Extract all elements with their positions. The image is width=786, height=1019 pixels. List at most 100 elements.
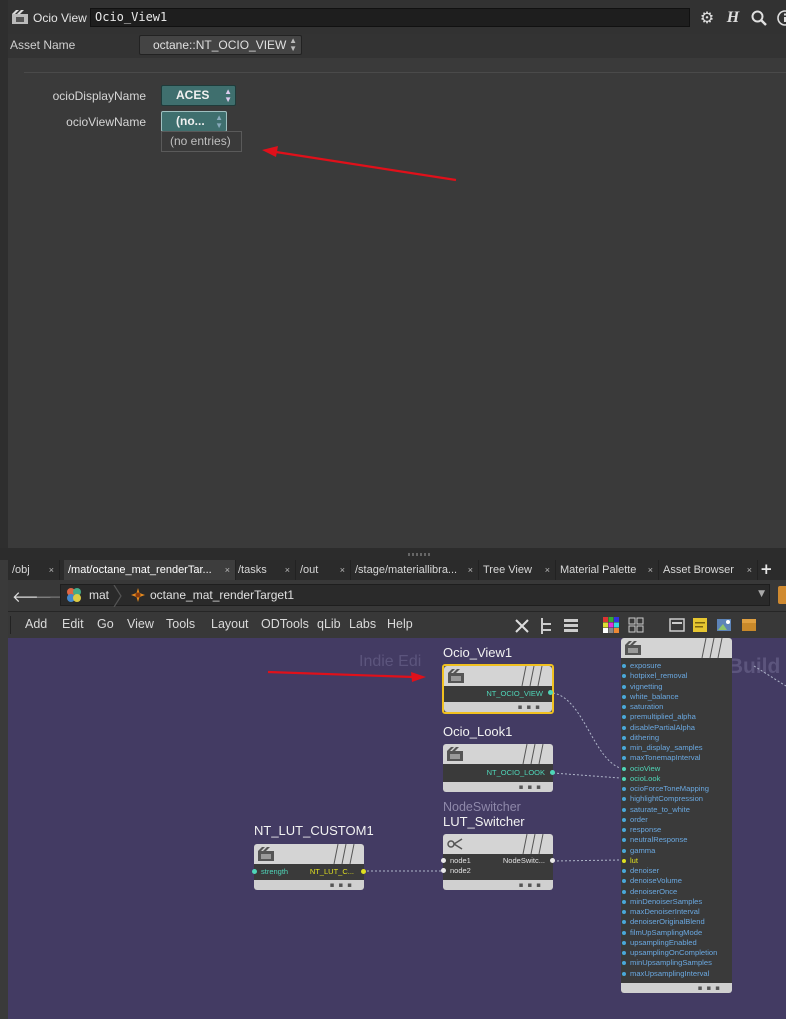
input-port[interactable] <box>252 869 257 874</box>
menu-go[interactable]: Go <box>97 617 114 631</box>
network-box-icon[interactable] <box>669 617 685 633</box>
input-param-dithering[interactable]: dithering <box>622 733 659 742</box>
input-port[interactable] <box>622 930 626 935</box>
close-icon[interactable]: × <box>340 560 345 580</box>
tab-mat[interactable]: /mat/octane_mat_renderTar... × <box>64 560 236 580</box>
input-param-gamma[interactable]: gamma <box>622 846 655 855</box>
background-image-icon[interactable] <box>716 617 732 633</box>
input-port[interactable] <box>622 694 626 699</box>
input-port[interactable] <box>622 766 626 771</box>
input-param-denoiseroriginalblend[interactable]: denoiserOriginalBlend <box>622 917 705 926</box>
output-port[interactable] <box>548 690 553 695</box>
input-port[interactable] <box>622 807 626 812</box>
pin-icon[interactable] <box>778 586 786 604</box>
input-port[interactable] <box>622 725 626 730</box>
color-palette-icon[interactable] <box>603 617 619 633</box>
ocio-view-node[interactable]: NT_OCIO_VIEW ▪▪▪ <box>442 664 554 714</box>
add-tab-button[interactable]: + <box>760 560 773 579</box>
tab-stage[interactable]: /stage/materiallibra... × <box>351 560 479 580</box>
input-param-response[interactable]: response <box>622 825 661 834</box>
input-port[interactable] <box>622 869 626 873</box>
input-port[interactable] <box>622 817 626 822</box>
menu-layout[interactable]: Layout <box>211 617 249 631</box>
input-port[interactable] <box>622 879 626 884</box>
tab-material-palette[interactable]: Material Palette × <box>556 560 659 580</box>
input-param-maxtonemapinterval[interactable]: maxTonemapInterval <box>622 753 701 762</box>
input-port[interactable] <box>622 797 626 802</box>
input-port[interactable] <box>622 858 626 863</box>
input-param-neutralresponse[interactable]: neutralResponse <box>622 835 687 844</box>
ocio-look-node[interactable]: NT_OCIO_LOOK ▪▪▪ <box>443 744 555 792</box>
menu-labs[interactable]: Labs <box>349 617 376 631</box>
input-param-white-balance[interactable]: white_balance <box>622 692 679 701</box>
tab-out[interactable]: /out × <box>296 560 351 580</box>
node-flags-icon[interactable] <box>516 666 546 686</box>
path-segment[interactable]: octane_mat_renderTarget1 <box>150 588 294 602</box>
input-param-premultiplied-alpha[interactable]: premultiplied_alpha <box>622 712 696 721</box>
menu-odtools[interactable]: ODTools <box>261 617 309 631</box>
input-param-disablepartialalpha[interactable]: disablePartialAlpha <box>622 723 695 732</box>
input-param-saturate-to-white[interactable]: saturate_to_white <box>622 805 690 814</box>
lut-switcher-node[interactable]: node1 node2 NodeSwitc... ▪▪▪ <box>441 834 555 890</box>
input-port[interactable] <box>622 940 626 945</box>
output-port[interactable] <box>361 869 366 874</box>
input-param-upsamplingenabled[interactable]: upsamplingEnabled <box>622 938 697 947</box>
input-port[interactable] <box>622 746 626 750</box>
close-icon[interactable]: × <box>468 560 473 580</box>
input-param-mindenoisersamples[interactable]: minDenoiserSamples <box>622 897 702 906</box>
list-view-icon[interactable] <box>563 617 579 635</box>
menu-view[interactable]: View <box>127 617 154 631</box>
menu-tools[interactable]: Tools <box>166 617 195 631</box>
input-port[interactable] <box>622 674 626 679</box>
path-segment[interactable]: mat <box>89 588 109 602</box>
node-flags-icon[interactable] <box>517 744 547 764</box>
input-port[interactable] <box>622 951 626 955</box>
input-param-highlightcompression[interactable]: highlightCompression <box>622 794 703 803</box>
node-flags-icon[interactable] <box>696 638 726 658</box>
input-param-exposure[interactable]: exposure <box>622 661 661 670</box>
input-param-min-display-samples[interactable]: min_display_samples <box>622 743 703 752</box>
input-port[interactable] <box>622 828 626 832</box>
menu-edit[interactable]: Edit <box>62 617 84 631</box>
menu-qlib[interactable]: qLib <box>317 617 341 631</box>
input-port[interactable] <box>622 961 626 966</box>
close-icon[interactable]: × <box>225 560 230 580</box>
menu-add[interactable]: Add <box>25 617 47 631</box>
wrench-icon[interactable] <box>513 617 531 635</box>
menu-help[interactable]: Help <box>387 617 413 631</box>
input-port[interactable] <box>622 776 626 781</box>
input-param-minupsamplingsamples[interactable]: minUpsamplingSamples <box>622 958 712 967</box>
input-port[interactable] <box>622 848 626 853</box>
input-port[interactable] <box>622 889 626 894</box>
lut-custom-node[interactable]: strength NT_LUT_C... ▪▪▪ <box>252 844 366 890</box>
input-param-ociolook[interactable]: ocioLook <box>622 774 660 783</box>
input-param-hotpixel-removal[interactable]: hotpixel_removal <box>622 671 687 680</box>
output-port[interactable] <box>550 858 555 863</box>
close-icon[interactable]: × <box>747 560 752 580</box>
input-port[interactable] <box>622 899 626 904</box>
input-port[interactable] <box>622 684 626 689</box>
sticky-note-icon[interactable] <box>692 617 708 633</box>
node-flags-icon[interactable] <box>517 834 547 854</box>
input-param-denoisevolume[interactable]: denoiseVolume <box>622 876 682 885</box>
splitter-grip[interactable] <box>408 553 430 556</box>
input-param-order[interactable]: order <box>622 815 648 824</box>
input-port[interactable] <box>622 756 626 761</box>
tab-tasks[interactable]: /tasks × <box>234 560 296 580</box>
input-param-ocioforcetonemapping[interactable]: ocioForceToneMapping <box>622 784 709 793</box>
tab-tree-view[interactable]: Tree View × <box>479 560 556 580</box>
input-port[interactable] <box>441 868 446 873</box>
input-param-denoiser[interactable]: denoiser <box>622 866 659 875</box>
input-port[interactable] <box>622 971 626 976</box>
asset-box-icon[interactable] <box>741 617 757 633</box>
close-icon[interactable]: × <box>545 560 550 580</box>
close-icon[interactable]: × <box>285 560 290 580</box>
input-port[interactable] <box>441 858 446 863</box>
pane-splitter[interactable] <box>0 548 786 560</box>
input-param-lut[interactable]: lut <box>622 856 638 865</box>
grid-icon[interactable] <box>628 617 644 633</box>
input-param-saturation[interactable]: saturation <box>622 702 663 711</box>
network-editor[interactable]: Indie Edi VEX Build Ocio_View1 NT_OCIO_V… <box>8 638 786 1019</box>
input-port[interactable] <box>622 735 626 740</box>
network-path-field[interactable]: mat octane_mat_renderTarget1 ▼ <box>60 584 770 607</box>
